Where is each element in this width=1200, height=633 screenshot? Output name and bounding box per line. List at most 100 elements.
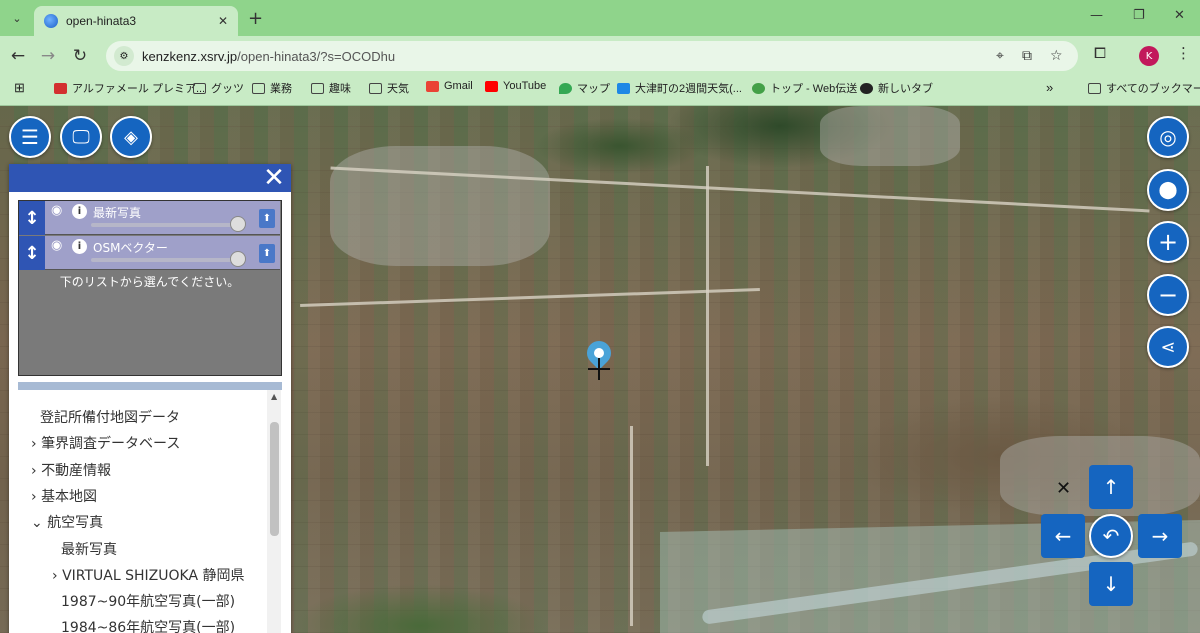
folder-icon [1088, 82, 1101, 94]
bookmark-folder-goods[interactable]: グッツ [193, 80, 244, 96]
weather-icon [617, 82, 630, 94]
tree-item[interactable]: 最新写真 [61, 539, 117, 559]
opacity-slider-knob[interactable] [230, 251, 246, 267]
opacity-slider-knob[interactable] [230, 216, 246, 232]
web-icon [752, 82, 765, 94]
extensions-icon[interactable]: ⧠ [1094, 44, 1106, 62]
marker-x-icon: ✕ [1056, 478, 1072, 499]
layer-name: OSMベクター [93, 241, 168, 255]
folder-icon [311, 82, 324, 94]
site-info-icon[interactable]: ⚙ [114, 46, 134, 66]
bookmark-alpha-mail[interactable]: アルファメール プレミア... [54, 80, 205, 96]
folder-icon [193, 82, 206, 94]
bookmark-otsu-weather[interactable]: 大津町の2週間天気(... [617, 80, 742, 96]
bookmark-folder-work[interactable]: 業務 [252, 80, 292, 96]
more-bookmarks-icon[interactable]: » [1046, 80, 1053, 95]
bookmark-folder-hobby[interactable]: 趣味 [311, 80, 351, 96]
globe-icon [860, 82, 873, 94]
delete-layer-icon[interactable]: ⬆ [259, 244, 275, 263]
window-close-icon[interactable]: ✕ [1174, 8, 1185, 23]
tab-search-chevron-icon[interactable]: ⌄ [6, 8, 28, 28]
share-button[interactable]: ⋖ [1147, 326, 1189, 368]
pan-down-button[interactable]: ↓ [1089, 562, 1133, 606]
browser-tab[interactable]: open-hinata3 ✕ [34, 6, 238, 36]
drag-handle-icon[interactable]: ↕ [19, 201, 45, 235]
hamburger-menu-button[interactable]: ☰ [9, 116, 51, 158]
layer-hint-text: 下のリストから選んでください。 [59, 275, 240, 289]
current-location-button[interactable]: ◎ [1147, 116, 1189, 158]
visibility-eye-icon[interactable]: ◉ [51, 238, 62, 253]
bookmark-new-tab[interactable]: 新しいタブ [860, 80, 933, 96]
layers-button[interactable]: ◈ [110, 116, 152, 158]
pan-right-button[interactable]: → [1138, 514, 1182, 558]
chevron-right-icon: › [31, 463, 37, 479]
location-icon[interactable]: ⌖ [996, 48, 1004, 64]
maps-icon [559, 82, 572, 94]
tree-item[interactable]: 1987~90年航空写真(一部) [61, 591, 235, 611]
bookmark-maps[interactable]: マップ [559, 80, 610, 96]
new-tab-icon[interactable]: + [248, 8, 263, 29]
aerial-map[interactable]: ✕ ☰ 🖵 ◈ ◎ ⬤ + − ⋖ ↑ ← ↶ → ↓ ✕ ↕ ◉ i 最新写真… [0, 106, 1200, 633]
profile-avatar[interactable]: K [1139, 46, 1159, 66]
bookmark-web-transfer[interactable]: トップ - Web伝送 [752, 80, 857, 96]
install-app-icon[interactable]: ⧉ [1022, 48, 1032, 64]
back-icon[interactable]: ← [6, 44, 30, 68]
drag-handle-icon[interactable]: ↕ [19, 236, 45, 270]
tree-item[interactable]: 登記所備付地図データ [40, 407, 180, 427]
rotate-reset-button[interactable]: ↶ [1089, 514, 1133, 558]
tree-item[interactable]: 1984~86年航空写真(一部) [61, 617, 235, 633]
road [300, 287, 760, 308]
tree-item[interactable]: › 不動産情報 [31, 460, 111, 480]
alpha-mail-icon [54, 82, 67, 94]
panel-header: ✕ [9, 164, 291, 192]
display-button[interactable]: 🖵 [60, 116, 102, 158]
bookmark-star-icon[interactable]: ☆ [1050, 48, 1063, 64]
forward-icon[interactable]: → [36, 44, 60, 68]
delete-layer-icon[interactable]: ⬆ [259, 209, 275, 228]
info-icon[interactable]: i [72, 239, 87, 254]
chevron-down-icon: ⌄ [31, 515, 43, 531]
browser-toolbar: ← → ↻ ⚙ kenzkenz.xsrv.jp/open-hinata3/?s… [0, 36, 1200, 76]
pan-up-button[interactable]: ↑ [1089, 465, 1133, 509]
gmail-icon [426, 80, 439, 92]
chevron-right-icon: › [31, 436, 37, 452]
bookmark-youtube[interactable]: YouTube [485, 80, 546, 92]
center-crosshair-icon [588, 358, 610, 380]
tab-title: open-hinata3 [66, 14, 137, 28]
info-icon[interactable]: i [72, 204, 87, 219]
opacity-slider[interactable] [91, 223, 241, 227]
chevron-right-icon: › [52, 568, 58, 584]
address-bar[interactable]: ⚙ kenzkenz.xsrv.jp/open-hinata3/?s=OCODh… [106, 41, 1078, 71]
scroll-up-arrow-icon[interactable]: ▲ [271, 392, 277, 401]
chevron-right-icon: › [31, 489, 37, 505]
panel-close-icon[interactable]: ✕ [261, 164, 287, 192]
place-marker-button[interactable]: ⬤ [1147, 169, 1189, 211]
layer-catalog-tree: 登記所備付地図データ › 筆界調査データベース › 不動産情報 › 基本地図 ⌄… [9, 394, 279, 633]
zoom-out-button[interactable]: − [1147, 274, 1189, 316]
layer-row: ↕ ◉ i OSMベクター ⬆ [19, 236, 280, 270]
close-tab-icon[interactable]: ✕ [218, 14, 228, 28]
tree-item[interactable]: › 筆界調査データベース [31, 433, 180, 453]
opacity-slider[interactable] [91, 258, 241, 262]
tree-item[interactable]: › 基本地図 [31, 486, 97, 506]
pan-left-button[interactable]: ← [1041, 514, 1085, 558]
bookmark-gmail[interactable]: Gmail [426, 80, 473, 92]
scrollbar-thumb[interactable] [270, 422, 279, 536]
minimize-icon[interactable]: — [1090, 8, 1103, 23]
browser-menu-icon[interactable]: ⋮ [1176, 44, 1191, 62]
all-bookmarks-folder[interactable]: すべてのブックマーク [1088, 80, 1200, 96]
youtube-icon [485, 80, 498, 92]
restore-icon[interactable]: ❐ [1133, 8, 1145, 23]
layer-panel: ✕ ↕ ◉ i 最新写真 ⬆ ↕ ◉ i OSMベクター ⬆ 下のリストから選ん… [9, 164, 291, 633]
tree-item[interactable]: › VIRTUAL SHIZUOKA 静岡県 [52, 565, 244, 585]
zoom-in-button[interactable]: + [1147, 221, 1189, 263]
urban-area [820, 106, 960, 166]
visibility-eye-icon[interactable]: ◉ [51, 203, 62, 218]
globe-favicon-icon [44, 14, 58, 28]
road [630, 426, 633, 626]
tree-item[interactable]: ⌄ 航空写真 [31, 512, 103, 532]
url-text: kenzkenz.xsrv.jp/open-hinata3/?s=OCODhu [142, 48, 396, 64]
apps-grid-icon[interactable]: ⊞ [14, 80, 25, 96]
reload-icon[interactable]: ↻ [68, 44, 92, 68]
bookmark-folder-weather[interactable]: 天気 [369, 80, 409, 96]
